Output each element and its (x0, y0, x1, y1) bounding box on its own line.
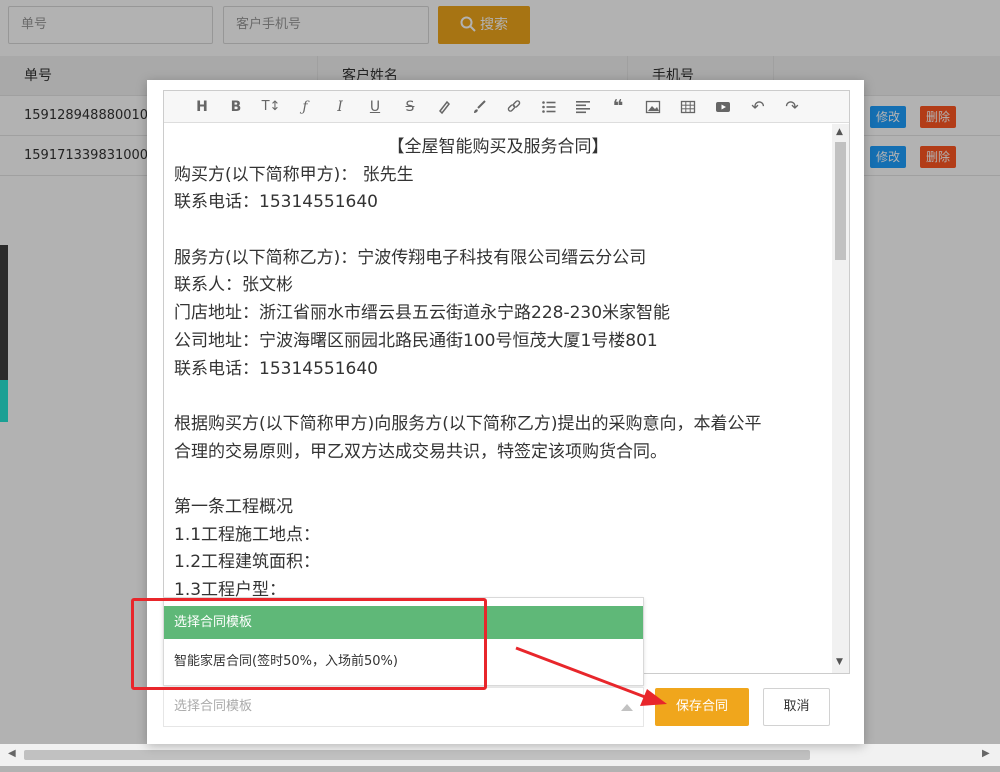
unordered-list-icon[interactable] (539, 97, 559, 117)
contract-title: 【全屋智能购买及服务合同】 (387, 137, 609, 157)
content-line: 1.2工程建筑面积： (174, 552, 321, 573)
content-line: 公司地址：宁波海曙区丽园北路民通街100号恒茂大厦1号楼801 (174, 330, 658, 351)
blockquote-icon[interactable]: ❝ (608, 97, 628, 117)
horizontal-scrollbar[interactable]: ◀ ▶ (0, 744, 1000, 766)
font-family-icon[interactable]: ƒ (295, 97, 315, 117)
horizontal-scroll-thumb[interactable] (24, 750, 810, 760)
content-line: 门店地址：浙江省丽水市缙云县五云街道永宁路228-230米家智能 (174, 303, 671, 324)
brush-icon[interactable] (469, 97, 489, 117)
annotation-highlight-box (131, 598, 487, 690)
font-size-icon[interactable]: T↕ (261, 97, 281, 117)
editor-scroll-thumb[interactable] (835, 142, 846, 260)
template-select[interactable]: 选择合同模板 (163, 687, 644, 727)
cancel-button[interactable]: 取消 (763, 688, 830, 726)
link-icon[interactable] (504, 97, 524, 117)
italic-icon[interactable]: I (330, 97, 350, 117)
scroll-left-icon[interactable]: ◀ (8, 748, 16, 759)
image-icon[interactable] (643, 97, 663, 117)
video-icon[interactable] (713, 97, 733, 117)
scroll-up-icon[interactable]: ▲ (836, 127, 843, 137)
underline-icon[interactable]: U (365, 97, 385, 117)
content-line: 第一条工程概况 (174, 496, 293, 517)
content-line (174, 466, 822, 494)
left-sidebar-active-marker (0, 380, 8, 422)
content-line: 联系人：张文彬 (174, 275, 293, 296)
content-line (174, 383, 822, 411)
scroll-down-icon[interactable]: ▼ (836, 657, 843, 667)
content-line: 联系电话：15314551640 (174, 358, 378, 379)
highlighter-icon[interactable] (434, 97, 454, 117)
undo-icon[interactable]: ↶ (748, 97, 768, 117)
heading-icon[interactable]: H (192, 97, 212, 117)
align-icon[interactable] (573, 97, 593, 117)
content-line: 根据购买方(以下简称甲方)向服务方(以下简称乙方)提出的采购意向，本着公平 (174, 413, 762, 434)
contract-content[interactable]: 【全屋智能购买及服务合同】 购买方(以下简称甲方)： 张先生 联系电话：1531… (164, 124, 832, 673)
template-select-placeholder: 选择合同模板 (174, 699, 253, 714)
editor-vertical-scrollbar[interactable]: ▲ ▼ (832, 124, 849, 673)
table-icon[interactable] (678, 97, 698, 117)
scroll-right-icon[interactable]: ▶ (982, 748, 990, 759)
redo-icon[interactable]: ↷ (782, 97, 802, 117)
content-line: 服务方(以下简称乙方)：宁波传翔电子科技有限公司缙云分公司 (174, 247, 647, 268)
content-line: 合理的交易原则，甲乙双方达成交易共识，特签定该项购货合同。 (174, 441, 667, 462)
strikethrough-icon[interactable]: S (400, 97, 420, 117)
rich-text-editor[interactable]: H B T↕ ƒ I U S ❝ ↶ ↷ 【全屋智能购买及服务合同】 购买方(以… (163, 90, 850, 674)
caret-up-icon (621, 704, 633, 711)
content-line (174, 217, 822, 245)
content-line: 1.1工程施工地点： (174, 524, 321, 545)
left-sidebar-edge (0, 245, 8, 385)
content-line: 联系电话：15314551640 (174, 192, 378, 213)
save-contract-button[interactable]: 保存合同 (655, 688, 749, 726)
content-line: 购买方(以下简称甲方)： 张先生 (174, 164, 414, 185)
editor-toolbar: H B T↕ ƒ I U S ❝ ↶ ↷ (164, 91, 849, 123)
bold-icon[interactable]: B (226, 97, 246, 117)
